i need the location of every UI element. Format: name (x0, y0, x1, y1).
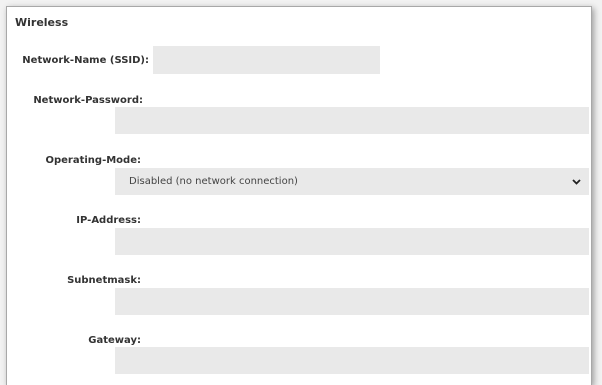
subnetmask-input[interactable] (115, 288, 589, 315)
ssid-label: Network-Name (SSID): (22, 55, 149, 66)
ip-address-label: IP-Address: (76, 215, 141, 226)
gateway-input[interactable] (115, 347, 589, 374)
gateway-label: Gateway: (88, 335, 141, 346)
password-label: Network-Password: (33, 95, 143, 106)
ssid-input[interactable] (153, 46, 380, 74)
password-input[interactable] (115, 107, 589, 134)
operating-mode-label: Operating-Mode: (45, 155, 141, 166)
wireless-panel: Wireless Network-Name (SSID): Network-Pa… (6, 6, 592, 385)
section-title: Wireless (15, 16, 69, 29)
ip-address-input[interactable] (115, 228, 589, 255)
operating-mode-selected: Disabled (no network connection) (129, 176, 298, 187)
operating-mode-select[interactable]: Disabled (no network connection) (115, 168, 589, 195)
chevron-down-icon (571, 177, 581, 187)
subnetmask-label: Subnetmask: (67, 275, 141, 286)
